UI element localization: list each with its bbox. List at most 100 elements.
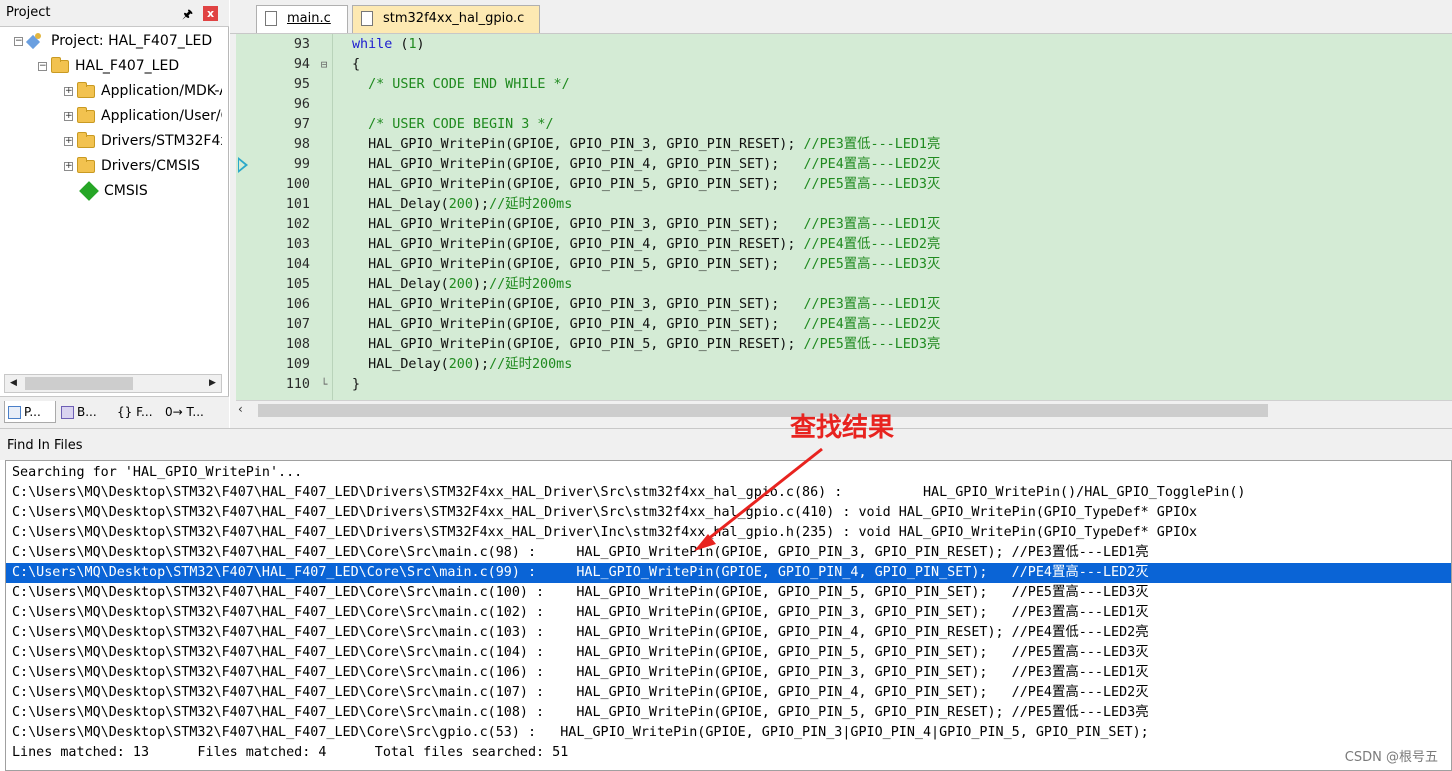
- panel-tab-label: 0→ T...: [165, 405, 204, 419]
- code-line[interactable]: 110 └}: [236, 375, 1452, 395]
- search-result-row[interactable]: C:\Users\MQ\Desktop\STM32\F407\HAL_F407_…: [6, 643, 1451, 663]
- code-text-area[interactable]: 93 while (1) 94 ⊟ {95 /* USER CODE END WHILE…: [236, 34, 1452, 400]
- scroll-left-icon[interactable]: ‹: [238, 402, 243, 416]
- code-token: HAL_Delay(: [352, 277, 449, 292]
- code-line[interactable]: 94 ⊟ {: [236, 55, 1452, 75]
- search-result-row[interactable]: C:\Users\MQ\Desktop\STM32\F407\HAL_F407_…: [6, 523, 1451, 543]
- tab-main-c[interactable]: main.c: [256, 5, 348, 33]
- tree-item[interactable]: − HAL_F407_LED: [38, 55, 179, 77]
- panel-tab[interactable]: B...: [58, 401, 106, 423]
- tree-item[interactable]: + Application/User/Core: [64, 105, 222, 127]
- code-line[interactable]: 104 HAL_GPIO_WritePin(GPIOE, GPIO_PIN_5,…: [236, 255, 1452, 275]
- line-number: 103: [285, 237, 310, 252]
- comment-token: //PE3置高---LED1灭: [803, 217, 941, 232]
- panel-tab[interactable]: {} F...: [114, 401, 162, 423]
- code-line[interactable]: 95 /* USER CODE END WHILE */: [236, 75, 1452, 95]
- tree-item[interactable]: + Drivers/CMSIS: [64, 155, 200, 177]
- code-token: HAL_GPIO_WritePin(GPIOE, GPIO_PIN_5, GPI…: [352, 177, 804, 192]
- tree-item-label: Application/User/Core: [101, 108, 222, 124]
- collapse-icon[interactable]: −: [38, 61, 47, 71]
- code-line[interactable]: 93 while (1): [236, 35, 1452, 55]
- tree-item[interactable]: + Drivers/STM32F4xx_HAL_Driver: [64, 130, 222, 152]
- search-result-row[interactable]: C:\Users\MQ\Desktop\STM32\F407\HAL_F407_…: [6, 583, 1451, 603]
- code-token: (: [392, 37, 409, 52]
- code-line[interactable]: 98 HAL_GPIO_WritePin(GPIOE, GPIO_PIN_3, …: [236, 135, 1452, 155]
- tree-item[interactable]: CMSIS: [79, 180, 148, 202]
- code-line[interactable]: 107 HAL_GPIO_WritePin(GPIOE, GPIO_PIN_4,…: [236, 315, 1452, 335]
- panel-tab[interactable]: P...: [4, 401, 56, 423]
- code-text: HAL_Delay(200);//延时200ms: [352, 275, 572, 295]
- search-result-row[interactable]: C:\Users\MQ\Desktop\STM32\F407\HAL_F407_…: [6, 483, 1451, 503]
- code-line[interactable]: 108 HAL_GPIO_WritePin(GPIOE, GPIO_PIN_5,…: [236, 335, 1452, 355]
- scrollbar-thumb[interactable]: [258, 404, 1268, 417]
- panel-tab-label: P...: [24, 405, 41, 419]
- code-line[interactable]: 100 HAL_GPIO_WritePin(GPIOE, GPIO_PIN_5,…: [236, 175, 1452, 195]
- code-token: HAL_Delay(: [352, 197, 449, 212]
- code-line[interactable]: 96: [236, 95, 1452, 115]
- panel-tab[interactable]: 0→ T...: [162, 401, 210, 423]
- search-result-row[interactable]: C:\Users\MQ\Desktop\STM32\F407\HAL_F407_…: [6, 663, 1451, 683]
- line-number: 102: [285, 217, 310, 232]
- search-result-row[interactable]: C:\Users\MQ\Desktop\STM32\F407\HAL_F407_…: [6, 503, 1451, 523]
- search-result-row[interactable]: C:\Users\MQ\Desktop\STM32\F407\HAL_F407_…: [6, 543, 1451, 563]
- comment-token: //延时200ms: [489, 277, 573, 292]
- comment-token: //延时200ms: [489, 197, 573, 212]
- code-line[interactable]: 97 /* USER CODE BEGIN 3 */: [236, 115, 1452, 135]
- code-text: HAL_GPIO_WritePin(GPIOE, GPIO_PIN_4, GPI…: [352, 315, 940, 335]
- code-token: }: [352, 377, 361, 392]
- tree-item[interactable]: + Application/MDK-ARM: [64, 80, 222, 102]
- search-result-row[interactable]: C:\Users\MQ\Desktop\STM32\F407\HAL_F407_…: [6, 683, 1451, 703]
- search-result-row[interactable]: C:\Users\MQ\Desktop\STM32\F407\HAL_F407_…: [6, 603, 1451, 623]
- tab-stm32f4xx-hal-gpio-c[interactable]: stm32f4xx_hal_gpio.c: [352, 5, 540, 33]
- scroll-right-icon[interactable]: ▶: [204, 375, 221, 392]
- expand-icon[interactable]: +: [64, 136, 73, 146]
- code-line[interactable]: 103 HAL_GPIO_WritePin(GPIOE, GPIO_PIN_4,…: [236, 235, 1452, 255]
- tab-label: stm32f4xx_hal_gpio.c: [383, 11, 525, 26]
- code-line[interactable]: 101 HAL_Delay(200);//延时200ms: [236, 195, 1452, 215]
- code-token: HAL_GPIO_WritePin(GPIOE, GPIO_PIN_3, GPI…: [352, 137, 804, 152]
- code-token: HAL_GPIO_WritePin(GPIOE, GPIO_PIN_4, GPI…: [352, 157, 804, 172]
- collapse-icon[interactable]: −: [14, 36, 23, 46]
- code-line[interactable]: 109 HAL_Delay(200);//延时200ms: [236, 355, 1452, 375]
- code-text: HAL_GPIO_WritePin(GPIOE, GPIO_PIN_3, GPI…: [352, 135, 940, 155]
- project-horizontal-scrollbar[interactable]: ◀ ▶: [4, 374, 222, 393]
- code-text: HAL_GPIO_WritePin(GPIOE, GPIO_PIN_5, GPI…: [352, 255, 940, 275]
- line-number: 107: [285, 317, 310, 332]
- folder-icon: [77, 131, 95, 148]
- gutter-separator: [332, 34, 333, 400]
- tree-item-label: Drivers/CMSIS: [101, 158, 200, 174]
- code-token: HAL_GPIO_WritePin(GPIOE, GPIO_PIN_3, GPI…: [352, 297, 804, 312]
- code-line[interactable]: 105 HAL_Delay(200);//延时200ms: [236, 275, 1452, 295]
- editor-tab-bar: main.c stm32f4xx_hal_gpio.c: [230, 0, 1452, 34]
- expand-icon[interactable]: +: [64, 86, 73, 96]
- scroll-left-icon[interactable]: ◀: [5, 375, 22, 392]
- tab-label: main.c: [287, 11, 331, 26]
- search-result-row[interactable]: C:\Users\MQ\Desktop\STM32\F407\HAL_F407_…: [6, 703, 1451, 723]
- folder-icon: [51, 56, 69, 73]
- code-line[interactable]: 102 HAL_GPIO_WritePin(GPIOE, GPIO_PIN_3,…: [236, 215, 1452, 235]
- scrollbar-thumb[interactable]: [25, 377, 133, 390]
- search-result-row[interactable]: C:\Users\MQ\Desktop\STM32\F407\HAL_F407_…: [6, 723, 1451, 743]
- folder-icon: [77, 156, 95, 173]
- tree-item[interactable]: − Project: HAL_F407_LED: [14, 30, 212, 52]
- expand-icon[interactable]: +: [64, 161, 73, 171]
- code-line[interactable]: 99 HAL_GPIO_WritePin(GPIOE, GPIO_PIN_4, …: [236, 155, 1452, 175]
- c-file-icon: [265, 11, 277, 26]
- code-text: /* USER CODE END WHILE */: [352, 75, 570, 95]
- expand-icon[interactable]: +: [64, 111, 73, 121]
- search-result-row[interactable]: C:\Users\MQ\Desktop\STM32\F407\HAL_F407_…: [6, 563, 1451, 583]
- fold-collapse-icon[interactable]: ⊟: [318, 55, 330, 75]
- green-gem-icon: [79, 181, 99, 201]
- line-number: 95: [293, 77, 310, 92]
- line-number: 106: [285, 297, 310, 312]
- comment-token: //PE5置低---LED3亮: [803, 337, 941, 352]
- find-in-files-title: Find In Files: [7, 438, 83, 453]
- search-result-row[interactable]: C:\Users\MQ\Desktop\STM32\F407\HAL_F407_…: [6, 623, 1451, 643]
- keyword-token: while: [352, 37, 393, 52]
- number-token: 200: [448, 357, 473, 372]
- comment-token: /* USER CODE BEGIN 3 */: [352, 117, 554, 132]
- project-tree: − Project: HAL_F407_LED − HAL_F407_LED + Appl…: [0, 0, 222, 372]
- code-line[interactable]: 106 HAL_GPIO_WritePin(GPIOE, GPIO_PIN_3,…: [236, 295, 1452, 315]
- line-number: 110: [285, 377, 310, 392]
- code-text: HAL_GPIO_WritePin(GPIOE, GPIO_PIN_3, GPI…: [352, 215, 940, 235]
